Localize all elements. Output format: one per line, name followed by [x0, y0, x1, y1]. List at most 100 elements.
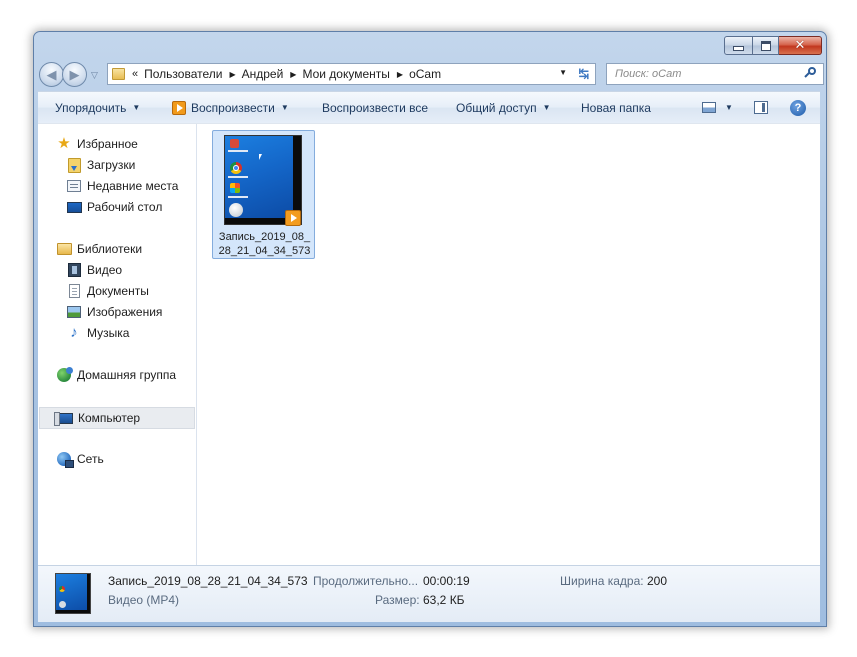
caption-buttons: ✕ — [724, 36, 822, 55]
details-size-label: Размер: — [375, 593, 420, 607]
refresh-button[interactable]: ↹ — [573, 63, 596, 85]
recent-places-icon — [66, 178, 82, 194]
breadcrumb-item[interactable]: Андрей ▶ — [236, 67, 297, 81]
help-button[interactable]: ? — [790, 92, 806, 123]
file-name: Запись_2019_08_ 28_21_04_34_573 — [213, 230, 316, 258]
refresh-icon: ↹ — [578, 66, 590, 81]
address-bar[interactable]: « Пользователи ▶ Андрей ▶ Мои документы ▶ o… — [107, 63, 574, 85]
downloads-icon — [66, 157, 82, 173]
breadcrumb-label: Мои документы — [302, 67, 390, 81]
back-arrow-icon: ◀ — [46, 66, 57, 82]
libraries-icon — [56, 241, 72, 257]
desktop-icon — [66, 199, 82, 215]
nav-label: Видео — [87, 263, 123, 277]
breadcrumb-item[interactable]: oCam — [403, 67, 441, 81]
search-box[interactable]: Поиск: oCam — [606, 63, 824, 85]
nav-label: Избранное — [77, 137, 138, 151]
command-bar: Упорядочить ▼ Воспроизвести ▼ Воспроизвест… — [38, 91, 820, 124]
share-label: Общий доступ — [456, 100, 537, 115]
navigation-pane: ★ Избранное Загрузки Недавние места Рабо… — [38, 124, 197, 565]
minimize-icon — [733, 46, 744, 51]
recent-pages-dropdown[interactable]: ▽ — [91, 70, 98, 81]
nav-network[interactable]: Сеть — [38, 449, 196, 469]
file-name-line: Запись_2019_08_ — [218, 231, 311, 243]
maximize-button[interactable] — [753, 36, 779, 55]
minimize-button[interactable] — [724, 36, 753, 55]
content-area: ★ Избранное Загрузки Недавние места Рабо… — [38, 123, 820, 565]
file-name-line: 28_21_04_34_573 — [218, 245, 311, 257]
nav-label: Музыка — [87, 326, 130, 340]
details-frame-width-label: Ширина кадра: — [560, 574, 644, 588]
close-button[interactable]: ✕ — [779, 36, 822, 55]
nav-pictures[interactable]: Изображения — [38, 302, 196, 322]
search-icon[interactable] — [804, 67, 819, 81]
preview-pane-button[interactable] — [754, 92, 768, 123]
help-icon: ? — [790, 99, 806, 116]
breadcrumb-label: Андрей — [241, 67, 284, 81]
view-icon — [702, 102, 716, 113]
documents-icon — [66, 283, 82, 299]
chevron-down-icon: ▼ — [280, 103, 289, 112]
maximize-icon — [760, 40, 771, 51]
play-all-label: Воспроизвести все — [322, 100, 429, 115]
new-folder-label: Новая папка — [581, 100, 651, 115]
details-thumbnail — [55, 573, 91, 614]
nav-label: Компьютер — [78, 411, 141, 425]
address-dropdown-icon[interactable]: ▼ — [559, 68, 567, 77]
chevron-down-icon: ▼ — [132, 103, 141, 112]
new-folder-button[interactable]: Новая папка — [581, 92, 651, 123]
computer-icon — [53, 410, 73, 426]
play-badge-icon — [285, 210, 301, 226]
play-button[interactable]: Воспроизвести ▼ — [172, 92, 289, 123]
nav-computer[interactable]: Компьютер — [39, 407, 195, 429]
pictures-icon — [66, 304, 82, 320]
star-icon: ★ — [57, 135, 71, 152]
details-duration-value[interactable]: 00:00:19 — [423, 574, 470, 588]
breadcrumb-item[interactable]: Мои документы ▶ — [296, 67, 403, 81]
play-all-button[interactable]: Воспроизвести все — [322, 92, 428, 123]
nav-recent-places[interactable]: Недавние места — [38, 176, 196, 196]
back-button[interactable]: ◀ — [39, 62, 64, 87]
breadcrumb-label: Пользователи — [144, 67, 223, 81]
nav-label: Домашняя группа — [77, 368, 177, 382]
details-frame-width-value[interactable]: 200 — [647, 574, 667, 588]
explorer-window: ✕ ◀ ▶ ▽ « Пользователи ▶ Андрей ▶ Мои доку… — [33, 31, 827, 627]
organize-button[interactable]: Упорядочить ▼ — [55, 92, 140, 123]
nav-downloads[interactable]: Загрузки — [38, 155, 196, 175]
chevron-down-icon: ▼ — [542, 103, 551, 112]
play-label: Воспроизвести — [191, 100, 275, 115]
details-pane: Запись_2019_08_28_21_04_34_573 Видео (MP… — [38, 565, 820, 622]
details-duration-label: Продолжительно... — [313, 574, 419, 588]
forward-button[interactable]: ▶ — [62, 62, 87, 87]
nav-label: Недавние места — [87, 179, 179, 193]
folder-icon — [112, 68, 125, 80]
file-list: Запись_2019_08_ 28_21_04_34_573 — [197, 124, 820, 565]
nav-documents[interactable]: Документы — [38, 281, 196, 301]
video-library-icon — [66, 262, 82, 278]
homegroup-icon — [56, 367, 73, 383]
nav-music[interactable]: ♪ Музыка — [38, 323, 196, 343]
breadcrumb-item[interactable]: Пользователи ▶ — [138, 67, 235, 81]
organize-label: Упорядочить — [55, 100, 127, 115]
nav-videos[interactable]: Видео — [38, 260, 196, 280]
nav-label: Библиотеки — [77, 242, 143, 256]
navigation-row: ◀ ▶ ▽ « Пользователи ▶ Андрей ▶ Мои докуме… — [39, 62, 824, 87]
change-view-button[interactable]: ▼ — [702, 92, 733, 123]
nav-desktop[interactable]: Рабочий стол — [38, 197, 196, 217]
file-item[interactable]: Запись_2019_08_ 28_21_04_34_573 — [212, 130, 315, 259]
network-icon — [56, 451, 74, 468]
music-icon: ♪ — [70, 324, 78, 341]
nav-label: Изображения — [87, 305, 163, 319]
forward-arrow-icon: ▶ — [69, 66, 80, 82]
preview-pane-icon — [754, 101, 768, 114]
details-size-value: 63,2 КБ — [423, 593, 465, 607]
nav-label: Документы — [87, 284, 149, 298]
nav-favorites[interactable]: ★ Избранное — [38, 134, 196, 154]
nav-label: Загрузки — [87, 158, 136, 172]
breadcrumb-label: oCam — [409, 67, 442, 81]
search-input[interactable]: Поиск: oCam — [615, 68, 805, 80]
details-file-name: Запись_2019_08_28_21_04_34_573 — [108, 574, 308, 588]
share-button[interactable]: Общий доступ ▼ — [456, 92, 551, 123]
nav-libraries[interactable]: Библиотеки — [38, 239, 196, 259]
nav-homegroup[interactable]: Домашняя группа — [38, 365, 196, 385]
